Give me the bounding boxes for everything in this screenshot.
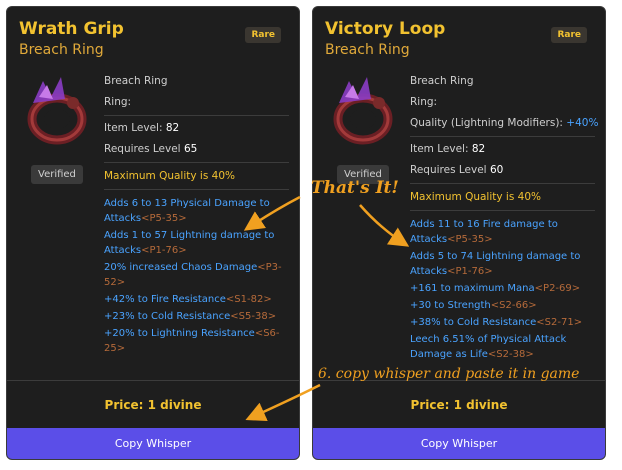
requires-level-value: 65 xyxy=(183,143,198,155)
annotation-step6: 6. copy whisper and paste it in game xyxy=(318,366,580,382)
mod-line: Adds 1 to 57 Lightning damage to Attacks… xyxy=(104,228,289,258)
rarity-badge: Rare xyxy=(245,27,281,43)
item-info: Breach Ring Ring: Item Level: 82 Require… xyxy=(104,71,289,358)
mod-line: +23% to Cold Resistance<S5-38> xyxy=(104,309,289,324)
divider xyxy=(410,183,595,184)
price-label: Price: xyxy=(104,398,144,412)
mod-text: +42% to Fire Resistance xyxy=(104,294,226,305)
mod-text: Adds 1 to 57 Lightning damage to Attacks xyxy=(104,230,275,256)
mod-text: +161 to maximum Mana xyxy=(410,283,535,294)
mod-line: Adds 6 to 13 Physical Damage to Attacks<… xyxy=(104,196,289,226)
item-card-wrath-grip: Wrath Grip Breach Ring Rare Verified Bre… xyxy=(6,6,300,460)
mod-tier-tag: <S2-71> xyxy=(536,317,583,328)
price-label: Price: xyxy=(410,398,450,412)
mod-tier-tag: <P5-35> xyxy=(141,213,187,224)
price: Price: 1 divine xyxy=(7,398,299,412)
price-value: 1 divine xyxy=(453,398,508,412)
mod-tier-tag: <S2-66> xyxy=(490,300,537,311)
rarity-badge: Rare xyxy=(551,27,587,43)
mod-line: Adds 11 to 16 Fire damage to Attacks<P5-… xyxy=(410,217,595,247)
mod-line: Leech 6.51% of Physical Attack Damage as… xyxy=(410,332,595,362)
mod-tier-tag: <S5-38> xyxy=(230,311,277,322)
mod-text: +23% to Cold Resistance xyxy=(104,311,231,322)
mod-tier-tag: <P1-76> xyxy=(447,266,493,277)
quality-value: +40% xyxy=(566,117,599,129)
item-level-line: Item Level: 82 xyxy=(410,139,595,160)
mod-text: Adds 5 to 74 Lightning damage to Attacks xyxy=(410,251,581,277)
max-quality: Maximum Quality is 40% xyxy=(104,170,235,182)
mod-tier-tag: <S2-38> xyxy=(487,349,534,360)
mod-line: +30 to Strength<S2-66> xyxy=(410,298,595,313)
item-level-value: 82 xyxy=(165,122,180,134)
price-value: 1 divine xyxy=(147,398,202,412)
annotation-thats-it: That's It! xyxy=(311,178,399,198)
price-area: Price: 1 divine xyxy=(313,380,605,427)
verified-badge: Verified xyxy=(31,165,83,184)
mod-tier-tag: <P1-76> xyxy=(141,245,187,256)
max-quality: Maximum Quality is 40% xyxy=(410,191,541,203)
copy-whisper-button[interactable]: Copy Whisper xyxy=(313,428,605,459)
ring-label: Ring: xyxy=(104,96,132,108)
mod-line: +42% to Fire Resistance<S1-82> xyxy=(104,292,289,307)
ring-label: Ring: xyxy=(410,96,438,108)
mod-tier-tag: <S1-82> xyxy=(225,294,272,305)
mod-line: +161 to maximum Mana<P2-69> xyxy=(410,281,595,296)
mod-text: +38% to Cold Resistance xyxy=(410,317,537,328)
price: Price: 1 divine xyxy=(313,398,605,412)
divider xyxy=(104,115,289,116)
mod-line: +20% to Lightning Resistance<S6-25> xyxy=(104,326,289,356)
requires-level-line: Requires Level 65 xyxy=(104,139,289,160)
mod-text: Adds 6 to 13 Physical Damage to Attacks xyxy=(104,198,270,224)
item-title: Wrath Grip xyxy=(19,19,124,39)
mod-text: +20% to Lightning Resistance xyxy=(104,328,255,339)
item-subtitle: Breach Ring xyxy=(325,42,410,58)
item-info: Breach Ring Ring: Quality (Lightning Mod… xyxy=(410,71,599,364)
mod-line: 20% increased Chaos Damage<P3-52> xyxy=(104,260,289,290)
mod-line: +38% to Cold Resistance<S2-71> xyxy=(410,315,595,330)
item-level-label: Item Level: xyxy=(104,122,163,134)
base-type: Breach Ring xyxy=(410,75,474,87)
copy-whisper-button[interactable]: Copy Whisper xyxy=(7,428,299,459)
requires-level-label: Requires Level xyxy=(410,164,487,176)
ring-item-icon xyxy=(333,77,393,145)
divider xyxy=(104,189,289,190)
item-subtitle: Breach Ring xyxy=(19,42,104,58)
mod-tier-tag: <P5-35> xyxy=(447,234,493,245)
quality-label: Quality (Lightning Modifiers): xyxy=(410,117,563,129)
price-area: Price: 1 divine xyxy=(7,380,299,427)
divider xyxy=(104,162,289,163)
mod-tier-tag: <P2-69> xyxy=(534,283,581,294)
ring-item-icon xyxy=(27,77,87,145)
mod-text: +30 to Strength xyxy=(410,300,491,311)
item-title: Victory Loop xyxy=(325,19,446,39)
requires-level-line: Requires Level 60 xyxy=(410,160,595,181)
mod-text: 20% increased Chaos Damage xyxy=(104,262,258,273)
item-level-line: Item Level: 82 xyxy=(104,118,289,139)
divider xyxy=(410,210,595,211)
quality-line: Quality (Lightning Modifiers): +40% xyxy=(410,113,599,134)
item-level-value: 82 xyxy=(471,143,486,155)
item-level-label: Item Level: xyxy=(410,143,469,155)
base-type: Breach Ring xyxy=(104,75,168,87)
requires-level-value: 60 xyxy=(489,164,504,176)
divider xyxy=(410,136,595,137)
requires-level-label: Requires Level xyxy=(104,143,181,155)
item-card-victory-loop: Victory Loop Breach Ring Rare Verified B… xyxy=(312,6,606,460)
mod-line: Adds 5 to 74 Lightning damage to Attacks… xyxy=(410,249,595,279)
